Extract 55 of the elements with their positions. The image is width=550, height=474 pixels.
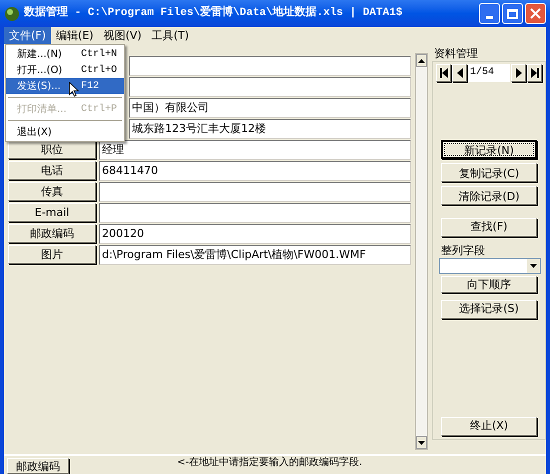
menu-item[interactable]: 编辑(E) — [50, 27, 98, 44]
field-label-button[interactable]: 图片 — [8, 245, 96, 264]
text-field[interactable] — [129, 56, 412, 76]
menu-entry[interactable]: 退出(X) — [6, 124, 124, 140]
text-field[interactable] — [129, 77, 412, 97]
mouse-pointer-icon — [69, 82, 79, 97]
find-button[interactable]: 查找(F) — [441, 218, 537, 237]
last-record-button[interactable] — [527, 64, 542, 82]
record-button[interactable]: 新记录(N) — [441, 140, 537, 159]
hint-text: <-在地址中请指定要输入的邮政编码字段. — [177, 456, 362, 469]
record-button[interactable]: 复制记录(C) — [441, 163, 537, 182]
maximize-button[interactable] — [502, 3, 523, 24]
menu-entry[interactable]: 新建...(N) Ctrl+N — [6, 46, 124, 62]
scroll-up-icon — [418, 58, 426, 62]
dropdown-arrow-icon — [530, 264, 537, 268]
close-button[interactable] — [525, 3, 546, 24]
close-icon — [530, 8, 541, 19]
text-field[interactable]: d:\Program Files\爱雷博\ClipArt\植物\FW001.WMF — [99, 245, 412, 265]
next-icon — [514, 68, 522, 78]
next-record-button[interactable] — [511, 64, 526, 82]
previous-record-button[interactable] — [452, 64, 467, 82]
last-icon — [530, 68, 538, 78]
text-field[interactable]: 城东路123号汇丰大厦12楼 — [129, 119, 412, 139]
field-label-button[interactable]: E-mail — [8, 203, 96, 222]
text-field[interactable] — [99, 182, 412, 202]
scroll-down-icon — [418, 440, 426, 444]
text-field[interactable] — [99, 203, 412, 223]
exit-button[interactable]: 终止(X) — [441, 417, 537, 436]
menu-entry[interactable]: 发送(S)... F12 — [6, 78, 124, 94]
menu-item[interactable]: 视图(V) — [98, 27, 147, 44]
postal-code-button[interactable]: 邮政编码 — [7, 458, 69, 474]
first-record-button[interactable] — [436, 64, 451, 82]
field-label-button[interactable]: 邮政编码 — [8, 224, 96, 243]
select-records-button[interactable]: 选择记录(S) — [441, 300, 537, 319]
record-counter: 1/54 — [468, 64, 510, 82]
sort-field-label: 整列字段 — [441, 244, 486, 258]
field-label-button[interactable]: 电话 — [8, 161, 96, 180]
field-label-button[interactable]: 传真 — [8, 182, 96, 201]
window-title: 数据管理 - C:\Program Files\爱雷博\Data\地址数据.xls | DATA1$ — [24, 5, 402, 22]
menu-item[interactable]: 工具(T) — [146, 27, 194, 44]
group-title: 资料管理 — [434, 47, 479, 61]
order-button[interactable]: 向下顺序 — [441, 276, 537, 293]
text-field[interactable]: 中国）有限公司 — [129, 98, 412, 118]
text-field[interactable]: 200120 — [99, 224, 412, 244]
previous-icon — [456, 68, 464, 78]
menu-item[interactable]: 文件(F) — [4, 27, 51, 44]
text-field[interactable]: 经理 — [99, 140, 412, 160]
record-button[interactable]: 清除记录(D) — [441, 186, 537, 205]
menu-entry[interactable]: 打开...(O) Ctrl+O — [6, 62, 124, 78]
scrollbar[interactable] — [415, 53, 428, 450]
text-field[interactable]: 68411470 — [99, 161, 412, 181]
globe-icon — [4, 6, 20, 22]
first-icon — [440, 68, 448, 78]
sort-field-dropdown[interactable] — [439, 258, 541, 274]
minimize-button[interactable] — [479, 3, 500, 24]
